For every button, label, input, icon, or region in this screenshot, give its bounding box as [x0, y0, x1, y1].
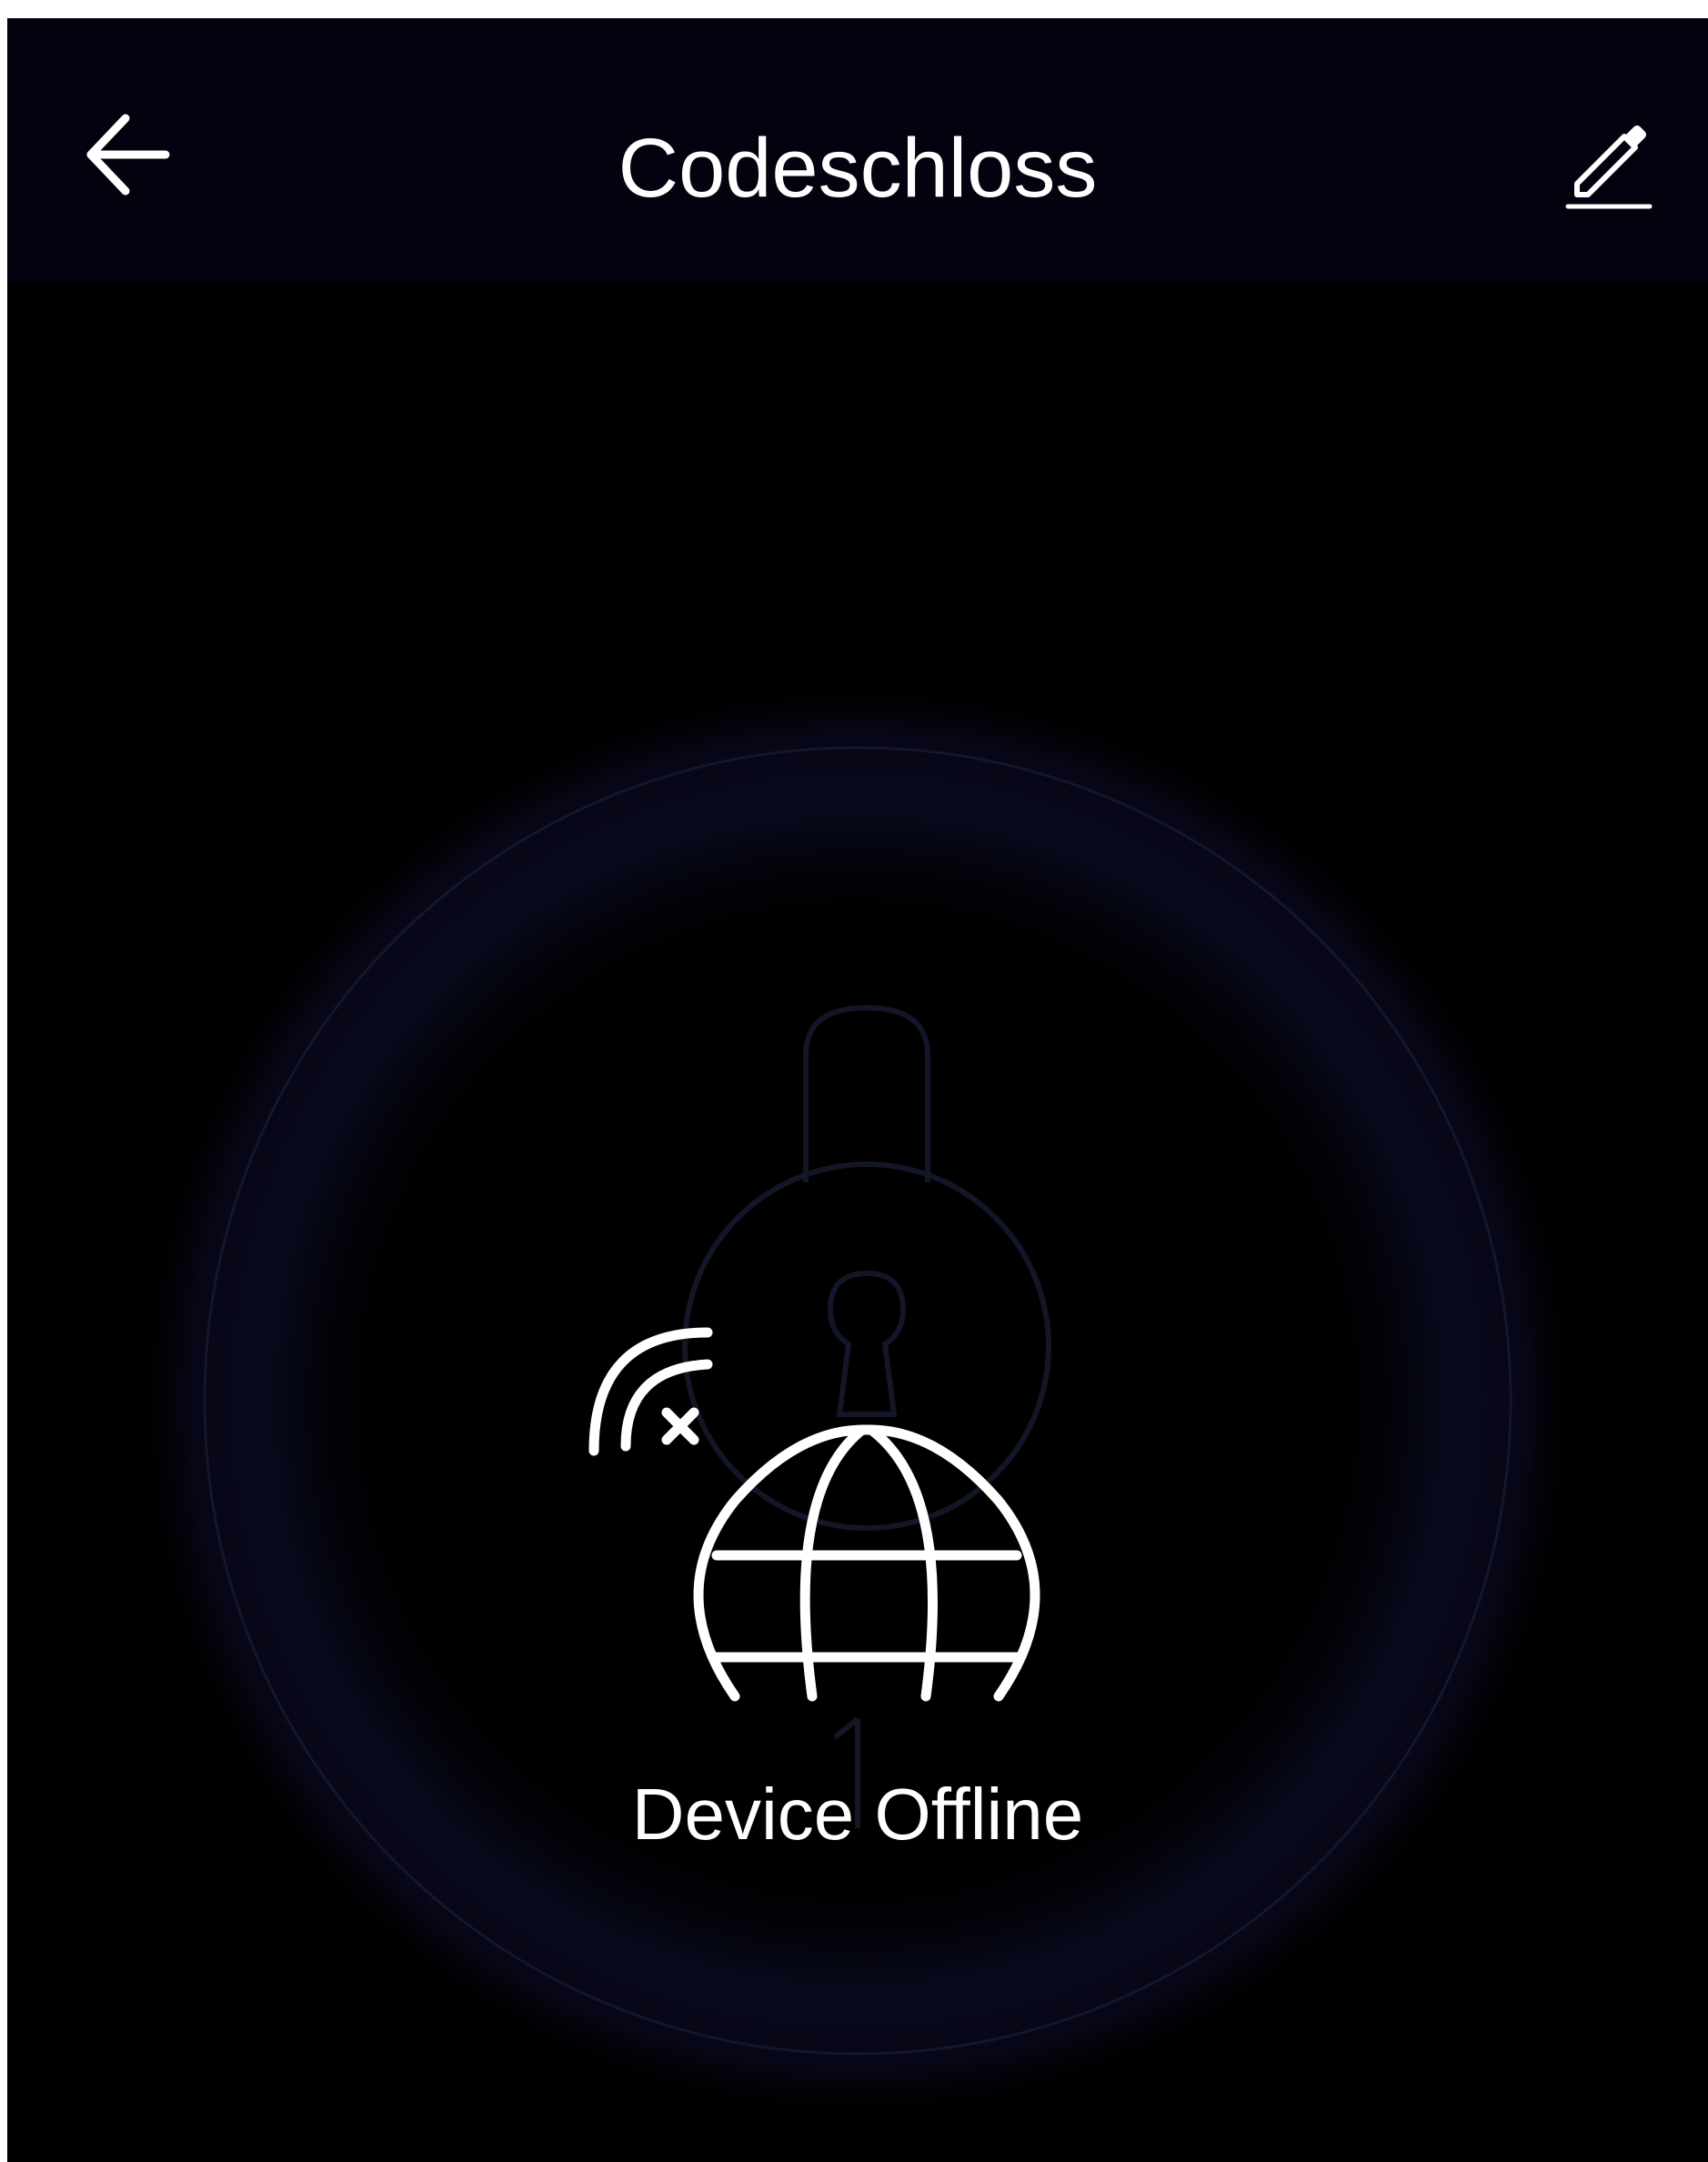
- edit-button[interactable]: [1553, 109, 1663, 218]
- device-screen: Codeschloss Device Offline: [7, 18, 1708, 2162]
- device-status-label: Device Offline: [631, 1774, 1084, 1855]
- back-button[interactable]: [73, 100, 182, 209]
- globe-offline-icon: [588, 1327, 1040, 1702]
- device-panel: Device Offline: [7, 282, 1708, 2162]
- app-header: Codeschloss: [7, 18, 1708, 282]
- arrow-left-icon: [86, 114, 170, 196]
- page-title: Codeschloss: [618, 122, 1098, 215]
- pencil-edit-icon: [1565, 126, 1653, 209]
